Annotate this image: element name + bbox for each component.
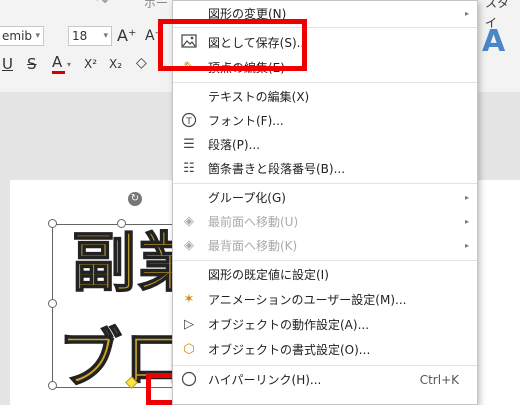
menu-item-label: グループ化(G) [208, 191, 286, 205]
resize-handle[interactable] [117, 219, 126, 228]
menu-item-label: テキストの編集(X) [208, 90, 310, 104]
menu-item-paragraph[interactable]: ☰ 段落(P)... [173, 133, 477, 157]
chevron-down-icon: ▾ [67, 60, 72, 69]
divider [173, 365, 477, 366]
underline-button[interactable]: U [2, 54, 13, 74]
resize-handle[interactable] [48, 299, 57, 308]
menu-item-action-settings[interactable]: ▷ オブジェクトの動作設定(A)... [173, 313, 477, 337]
menu-item-set-default-shape[interactable]: 図形の既定値に設定(I) [173, 263, 477, 287]
menu-item-group[interactable]: グループ化(G) ▸ [173, 186, 477, 210]
highlight-box-save-as-picture [158, 19, 307, 71]
font-color-button[interactable]: A ▾ [52, 52, 71, 75]
hyperlink-icon [180, 371, 198, 389]
menu-item-label: 段落(P)... [208, 138, 261, 152]
divider [173, 260, 477, 261]
chevron-right-icon: ▸ [464, 217, 469, 226]
resize-handle[interactable] [48, 381, 57, 390]
menu-item-label: オブジェクトの書式設定(O)... [208, 343, 371, 357]
divider [173, 183, 477, 184]
rotate-handle-icon[interactable]: ↻ [128, 192, 142, 206]
menu-item-font[interactable]: T フォント(F)... [173, 109, 477, 133]
font-size-select[interactable]: 18 ▾ [68, 26, 112, 46]
chevron-down-icon: ▾ [103, 31, 108, 41]
chevron-right-icon: ▸ [464, 193, 469, 202]
font-name-value: emib [2, 29, 33, 43]
menu-item-label: 図形の既定値に設定(I) [208, 268, 329, 282]
bullets-icon: ☷ [183, 161, 195, 176]
send-back-icon: ◈ [184, 238, 194, 253]
menu-item-bullets[interactable]: ☷ 箇条書きと段落番号(B)... [173, 157, 477, 181]
superscript-button[interactable]: X² [84, 54, 97, 74]
menu-item-label: オブジェクトの動作設定(A)... [208, 318, 370, 332]
menu-item-label: 最背面へ移動(K) [208, 239, 298, 253]
menu-item-label: 最前面へ移動(U) [208, 215, 299, 229]
paragraph-icon: ☰ [183, 137, 195, 152]
cut-tab[interactable]: ポー [144, 0, 168, 13]
menu-item-label: 箇条書きと段落番号(B)... [208, 162, 346, 176]
strike-button[interactable]: S [27, 54, 37, 74]
menu-item-custom-animation[interactable]: ✶ アニメーションのユーザー設定(M)... [173, 288, 477, 312]
redo-icon[interactable]: ↷ [96, 0, 109, 11]
font-color-label: A [52, 53, 63, 71]
menu-item-send-to-back[interactable]: ◈ 最背面へ移動(K) ▸ [173, 234, 477, 258]
svg-text:T: T [185, 117, 192, 127]
menu-item-label: フォント(F)... [208, 114, 284, 128]
action-icon: ▷ [184, 317, 194, 332]
chevron-right-icon: ▸ [464, 9, 469, 18]
chevron-right-icon: ▸ [464, 241, 469, 250]
resize-handle[interactable] [48, 219, 57, 228]
style-preview[interactable]: A [482, 27, 505, 57]
animation-icon: ✶ [183, 292, 195, 307]
menu-item-format-object[interactable]: ⬡ オブジェクトの書式設定(O)... [173, 338, 477, 362]
menu-item-label: ハイパーリンク(H)... [208, 373, 322, 387]
menu-item-bring-to-front[interactable]: ◈ 最前面へ移動(U) ▸ [173, 210, 477, 234]
menu-item-label: アニメーションのユーザー設定(M)... [208, 293, 407, 307]
font-size-value: 18 [72, 29, 88, 43]
divider [173, 82, 477, 83]
font-color-bar [52, 71, 65, 74]
chevron-down-icon: ▾ [35, 31, 40, 41]
font-icon: T [180, 112, 198, 130]
grow-font-button[interactable]: A⁺ [117, 26, 136, 46]
menu-item-edit-text[interactable]: テキストの編集(X) [173, 85, 477, 109]
menu-item-hyperlink[interactable]: ハイパーリンク(H)... Ctrl+K [173, 368, 477, 392]
menu-item-shortcut: Ctrl+K [419, 373, 459, 387]
bring-front-icon: ◈ [184, 214, 194, 229]
subscript-button[interactable]: X₂ [109, 54, 122, 74]
font-name-select[interactable]: emib ▾ [0, 26, 44, 46]
format-icon: ⬡ [183, 342, 195, 357]
clear-format-icon[interactable]: ◇ [136, 53, 147, 73]
